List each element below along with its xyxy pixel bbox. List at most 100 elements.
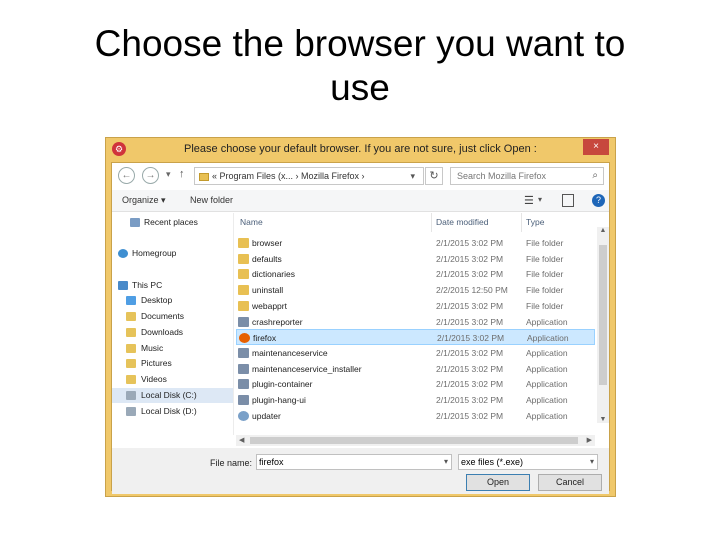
this-pc-icon bbox=[118, 281, 128, 290]
videos-icon bbox=[126, 375, 136, 384]
application-icon bbox=[238, 347, 249, 358]
file-row[interactable]: maintenanceservice 2/1/2015 3:02 PM Applic… bbox=[236, 345, 595, 361]
close-button[interactable]: × bbox=[583, 139, 609, 155]
dialog-title: Please choose your default browser. If y… bbox=[184, 143, 537, 155]
column-header-name[interactable]: Name bbox=[236, 213, 432, 232]
nav-item-documents[interactable]: Documents bbox=[112, 309, 233, 324]
local-disk-icon bbox=[126, 391, 136, 400]
nav-item-desktop[interactable]: Desktop bbox=[112, 293, 233, 308]
file-type-select[interactable]: exe files (*.exe) ▾ bbox=[458, 454, 598, 470]
nav-item-music[interactable]: Music bbox=[112, 341, 233, 356]
nav-item-videos[interactable]: Videos bbox=[112, 372, 233, 387]
nav-item-local-disk-c[interactable]: Local Disk (C:) bbox=[112, 388, 233, 403]
horizontal-scroll-thumb[interactable] bbox=[250, 437, 578, 444]
documents-icon bbox=[126, 312, 136, 321]
file-row[interactable]: defaults 2/1/2015 3:02 PM File folder bbox=[236, 251, 595, 267]
address-bar[interactable]: « Program Files (x... › Mozilla Firefox … bbox=[194, 167, 424, 185]
file-date-cell: 2/1/2015 3:02 PM bbox=[436, 238, 504, 248]
open-button[interactable]: Open bbox=[466, 474, 530, 491]
file-row[interactable]: plugin-hang-ui 2/1/2015 3:02 PM Applicatio… bbox=[236, 392, 595, 408]
file-type-cell: File folder bbox=[526, 253, 564, 264]
nav-item-local-disk-d[interactable]: Local Disk (D:) bbox=[112, 404, 233, 419]
file-row[interactable]: plugin-container 2/1/2015 3:02 PM Applicat… bbox=[236, 376, 595, 392]
cancel-button[interactable]: Cancel bbox=[538, 474, 602, 491]
preview-pane-button[interactable] bbox=[562, 194, 574, 207]
nav-label: Recent places bbox=[144, 217, 198, 227]
file-date-cell: 2/1/2015 3:02 PM bbox=[436, 316, 504, 327]
file-name-cell: plugin-container bbox=[252, 379, 313, 390]
file-type-cell: Application bbox=[526, 316, 568, 327]
file-type-cell: Application bbox=[526, 363, 568, 374]
nav-item-pictures[interactable]: Pictures bbox=[112, 356, 233, 371]
nav-item-recent-places[interactable]: Recent places bbox=[112, 215, 233, 230]
pictures-icon bbox=[126, 359, 136, 368]
file-row[interactable]: firefox 2/1/2015 3:02 PM Application bbox=[236, 329, 595, 346]
column-header-date[interactable]: Date modified bbox=[432, 213, 522, 232]
file-type-cell: Application bbox=[526, 347, 568, 358]
file-name-cell: updater bbox=[252, 410, 281, 421]
recent-locations-dropdown[interactable]: ▾ bbox=[166, 169, 171, 180]
help-icon[interactable]: ? bbox=[592, 194, 605, 207]
forward-button[interactable]: → bbox=[142, 167, 159, 184]
file-type-cell: Application bbox=[526, 379, 568, 390]
dialog-body: ← → ▾ ↑ « Program Files (x... › Mozilla … bbox=[111, 162, 610, 494]
refresh-button[interactable]: ↻ bbox=[425, 167, 443, 185]
nav-item-this-pc[interactable]: This PC bbox=[112, 278, 233, 293]
view-dropdown-icon[interactable]: ▾ bbox=[538, 195, 542, 204]
file-row[interactable]: dictionaries 2/1/2015 3:02 PM File folder bbox=[236, 266, 595, 282]
vertical-scrollbar[interactable]: ▲ ▼ bbox=[597, 227, 609, 423]
address-row: ← → ▾ ↑ « Program Files (x... › Mozilla … bbox=[112, 163, 609, 189]
music-icon bbox=[126, 344, 136, 353]
new-folder-button[interactable]: New folder bbox=[190, 195, 233, 205]
folder-icon bbox=[238, 269, 249, 280]
file-name-cell: firefox bbox=[253, 333, 277, 344]
nav-label: Desktop bbox=[141, 295, 173, 305]
file-type-cell: Application bbox=[527, 333, 569, 344]
file-date-cell: 2/1/2015 3:02 PM bbox=[436, 395, 504, 405]
file-date-cell: 2/1/2015 3:02 PM bbox=[436, 253, 504, 264]
application-icon bbox=[238, 395, 249, 405]
up-button[interactable]: ↑ bbox=[179, 168, 185, 180]
file-name-cell: defaults bbox=[252, 253, 282, 264]
navigation-pane: Recent places Homegroup This PC Desktop … bbox=[112, 213, 234, 435]
file-name-value: firefox bbox=[259, 457, 284, 467]
file-name-cell: dictionaries bbox=[252, 269, 295, 280]
scroll-left-icon[interactable]: ◀ bbox=[239, 435, 244, 446]
file-row[interactable]: maintenanceservice_installer 2/1/2015 3:0… bbox=[236, 361, 595, 377]
toolbar: Organize ▾ New folder ☰ ▾ ? bbox=[112, 190, 609, 212]
horizontal-scrollbar[interactable]: ◀ ▶ bbox=[236, 435, 595, 446]
nav-label: Music bbox=[141, 343, 164, 353]
firefox-icon bbox=[239, 333, 250, 344]
application-icon bbox=[238, 316, 249, 327]
file-type-dropdown-icon[interactable]: ▾ bbox=[590, 455, 594, 469]
nav-label: This PC bbox=[132, 280, 163, 290]
nav-label: Downloads bbox=[141, 327, 184, 337]
file-name-input[interactable]: firefox ▾ bbox=[256, 454, 452, 470]
file-row[interactable]: crashreporter 2/1/2015 3:02 PM Application bbox=[236, 314, 595, 330]
organize-button[interactable]: Organize ▾ bbox=[122, 195, 166, 206]
file-type-cell: File folder bbox=[526, 238, 564, 248]
file-row[interactable]: browser 2/1/2015 3:02 PM File folder bbox=[236, 235, 595, 251]
file-row[interactable]: uninstall 2/2/2015 12:50 PM File folder bbox=[236, 282, 595, 298]
column-header-type[interactable]: Type bbox=[522, 213, 595, 232]
scroll-right-icon[interactable]: ▶ bbox=[587, 435, 592, 446]
scroll-up-icon[interactable]: ▲ bbox=[597, 227, 609, 234]
file-name-dropdown-icon[interactable]: ▾ bbox=[444, 455, 448, 469]
updater-icon bbox=[238, 410, 249, 421]
file-row[interactable]: updater 2/1/2015 3:02 PM Application bbox=[236, 408, 595, 424]
folder-icon bbox=[238, 253, 249, 264]
file-date-cell: 2/1/2015 3:02 PM bbox=[436, 347, 504, 358]
nav-label: Videos bbox=[141, 374, 167, 384]
file-date-cell: 2/1/2015 3:02 PM bbox=[436, 269, 504, 280]
view-options-icon[interactable]: ☰ bbox=[524, 194, 534, 207]
nav-item-homegroup[interactable]: Homegroup bbox=[112, 246, 233, 261]
nav-item-downloads[interactable]: Downloads bbox=[112, 325, 233, 340]
scroll-down-icon[interactable]: ▼ bbox=[597, 416, 609, 423]
vertical-scroll-thumb[interactable] bbox=[599, 245, 607, 385]
address-dropdown-icon[interactable]: ▾ bbox=[410, 168, 415, 184]
folder-icon bbox=[238, 285, 249, 296]
file-row[interactable]: webapprt 2/1/2015 3:02 PM File folder bbox=[236, 298, 595, 314]
search-input[interactable]: Search Mozilla Firefox ⌕ bbox=[450, 167, 604, 185]
back-button[interactable]: ← bbox=[118, 167, 135, 184]
file-type-value: exe files (*.exe) bbox=[461, 457, 524, 467]
